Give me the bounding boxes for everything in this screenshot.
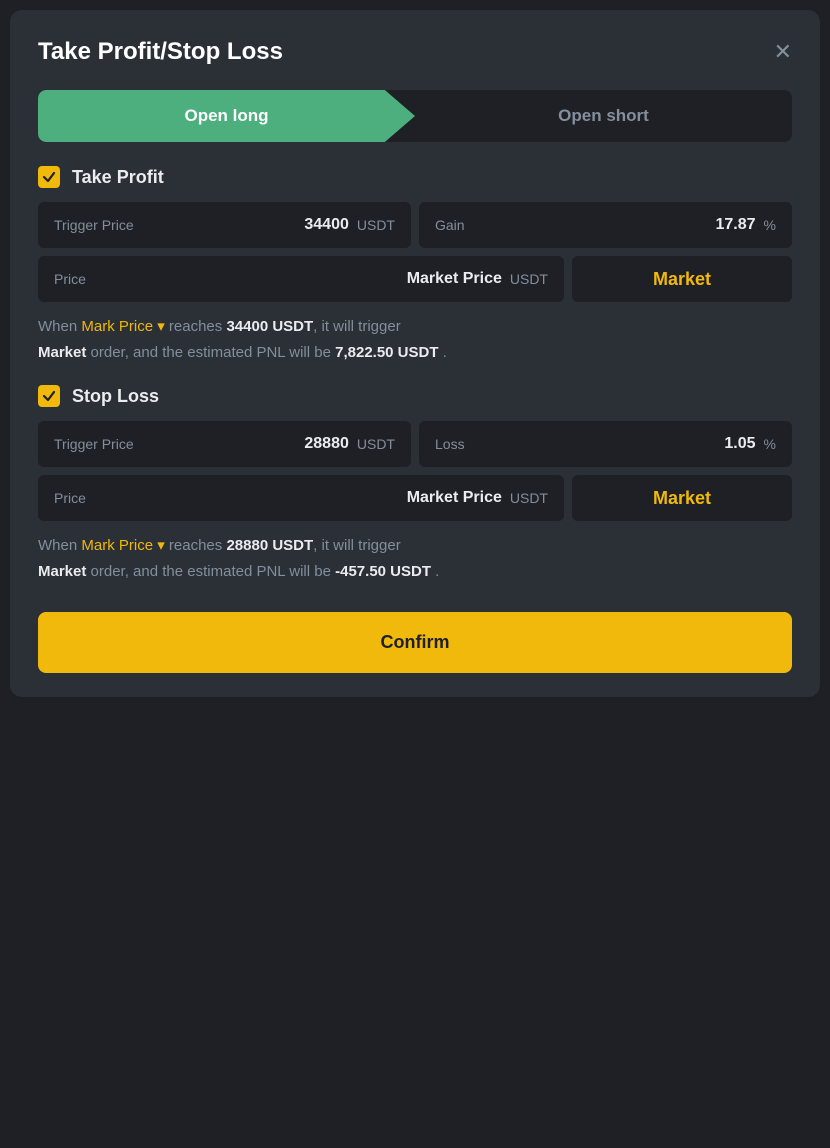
- take-profit-checkbox[interactable]: [38, 166, 60, 188]
- sl-desc-post: order, and the estimated PNL will be: [91, 563, 331, 580]
- stop-loss-market-button[interactable]: Market: [572, 475, 792, 521]
- stop-loss-trigger-value: 28880: [304, 435, 349, 453]
- take-profit-trigger-box[interactable]: Trigger Price 34400 USDT: [38, 202, 411, 248]
- sl-desc-price: 28880 USDT: [226, 537, 313, 554]
- stop-loss-trigger-row: Trigger Price 28880 USDT Loss 1.05 %: [38, 421, 792, 467]
- stop-loss-price-box[interactable]: Price Market Price USDT: [38, 475, 564, 521]
- take-profit-gain-value-row: 17.87 %: [716, 216, 777, 234]
- stop-loss-price-row: Price Market Price USDT Market: [38, 475, 792, 521]
- take-profit-market-label: Market: [653, 269, 711, 290]
- tp-desc-post: order, and the estimated PNL will be: [91, 344, 331, 361]
- confirm-button[interactable]: Confirm: [38, 612, 792, 673]
- modal-header: Take Profit/Stop Loss ✕: [38, 38, 792, 66]
- take-profit-header: Take Profit: [38, 166, 792, 188]
- stop-loss-price-value: Market Price: [407, 489, 502, 507]
- close-button[interactable]: ✕: [774, 41, 792, 63]
- sl-desc-pnl: -457.50 USDT: [335, 563, 431, 580]
- sl-desc-order: Market: [38, 563, 86, 580]
- take-profit-trigger-label: Trigger Price: [54, 217, 134, 233]
- take-profit-price-value: Market Price: [407, 270, 502, 288]
- sl-desc-reaches: reaches: [169, 537, 222, 554]
- take-profit-trigger-row: Trigger Price 34400 USDT Gain 17.87 %: [38, 202, 792, 248]
- take-profit-gain-label: Gain: [435, 217, 465, 233]
- take-profit-price-row: Price Market Price USDT Market: [38, 256, 792, 302]
- stop-loss-price-unit: USDT: [510, 490, 548, 506]
- stop-loss-loss-unit: %: [764, 436, 776, 452]
- take-profit-trigger-value: 34400: [304, 216, 349, 234]
- take-profit-description: When Mark Price ▾ reaches 34400 USDT, it…: [38, 314, 792, 365]
- take-profit-gain-unit: %: [764, 217, 776, 233]
- stop-loss-label: Stop Loss: [72, 386, 159, 407]
- tp-desc-pre: When: [38, 318, 77, 335]
- stop-loss-header: Stop Loss: [38, 385, 792, 407]
- stop-loss-loss-box: Loss 1.05 %: [419, 421, 792, 467]
- take-profit-section: Take Profit Trigger Price 34400 USDT Gai…: [38, 166, 792, 365]
- tp-desc-trigger: Mark Price ▾: [81, 318, 169, 335]
- tab-open-short[interactable]: Open short: [415, 90, 792, 142]
- take-profit-price-value-row: Market Price USDT: [407, 270, 548, 288]
- stop-loss-price-value-row: Market Price USDT: [407, 489, 548, 507]
- sl-desc-trigger: Mark Price ▾: [81, 537, 169, 554]
- stop-loss-trigger-label: Trigger Price: [54, 436, 134, 452]
- take-profit-trigger-unit: USDT: [357, 217, 395, 233]
- sl-desc-pre: When: [38, 537, 77, 554]
- take-profit-market-button[interactable]: Market: [572, 256, 792, 302]
- tab-row: Open long Open short: [38, 90, 792, 142]
- stop-loss-loss-label: Loss: [435, 436, 465, 452]
- tp-desc-reaches: reaches: [169, 318, 222, 335]
- stop-loss-price-label: Price: [54, 490, 86, 506]
- tp-desc-price: 34400 USDT: [226, 318, 313, 335]
- sl-desc-end: .: [435, 563, 439, 580]
- tp-desc-pnl: 7,822.50 USDT: [335, 344, 438, 361]
- tp-desc-mid: it will trigger: [322, 318, 401, 335]
- stop-loss-trigger-value-row: 28880 USDT: [304, 435, 395, 453]
- stop-loss-checkbox[interactable]: [38, 385, 60, 407]
- take-profit-trigger-value-row: 34400 USDT: [304, 216, 395, 234]
- tab-open-long[interactable]: Open long: [38, 90, 415, 142]
- take-profit-price-unit: USDT: [510, 271, 548, 287]
- take-profit-gain-value: 17.87: [716, 216, 756, 234]
- stop-loss-market-label: Market: [653, 488, 711, 509]
- stop-loss-trigger-box[interactable]: Trigger Price 28880 USDT: [38, 421, 411, 467]
- modal-title: Take Profit/Stop Loss: [38, 38, 283, 66]
- tp-desc-end: .: [443, 344, 447, 361]
- stop-loss-description: When Mark Price ▾ reaches 28880 USDT, it…: [38, 533, 792, 584]
- stop-loss-section: Stop Loss Trigger Price 28880 USDT Loss …: [38, 385, 792, 584]
- take-profit-label: Take Profit: [72, 167, 164, 188]
- take-profit-gain-box: Gain 17.87 %: [419, 202, 792, 248]
- stop-loss-loss-value-row: 1.05 %: [724, 435, 776, 453]
- tp-desc-order: Market: [38, 344, 86, 361]
- sl-desc-mid: it will trigger: [322, 537, 401, 554]
- take-profit-price-label: Price: [54, 271, 86, 287]
- modal-container: Take Profit/Stop Loss ✕ Open long Open s…: [10, 10, 820, 697]
- stop-loss-trigger-unit: USDT: [357, 436, 395, 452]
- take-profit-price-box[interactable]: Price Market Price USDT: [38, 256, 564, 302]
- stop-loss-loss-value: 1.05: [724, 435, 755, 453]
